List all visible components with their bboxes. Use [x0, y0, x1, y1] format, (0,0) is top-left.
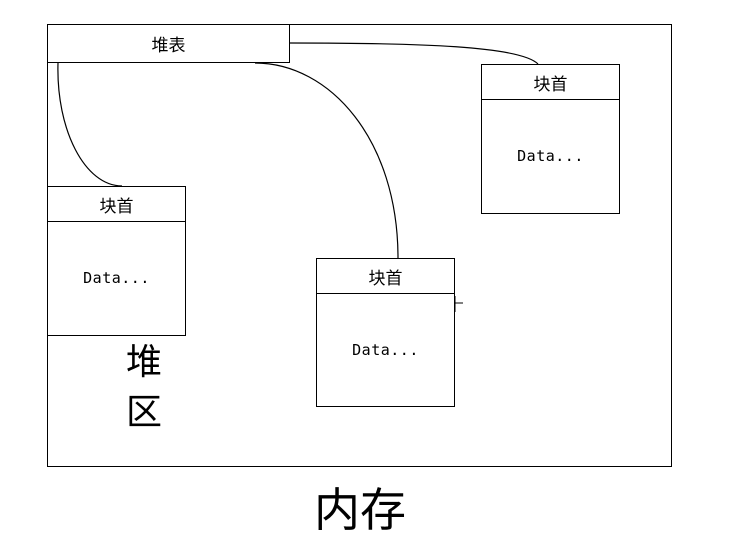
block-header: 块首 [317, 259, 454, 294]
block-header: 块首 [482, 65, 619, 100]
heap-table-label: 堆表 [151, 36, 186, 56]
heap-area-label: 堆 区 [120, 338, 168, 438]
heap-block-middle: 块首 Data... [316, 258, 455, 407]
heap-table: 堆表 [47, 24, 290, 63]
link-to-block-right [289, 42, 539, 65]
block-data: Data... [83, 269, 150, 287]
heap-block-left: 块首 Data... [47, 186, 186, 336]
block-data: Data... [352, 340, 419, 359]
link-to-block-left [57, 62, 123, 187]
heap-area-line1: 堆 [125, 342, 162, 383]
block-header: 块首 [48, 187, 185, 222]
heap-area-line2: 区 [125, 392, 162, 433]
memory-label: 内存 [314, 483, 406, 537]
link-to-block-middle [254, 62, 399, 259]
block-data: Data... [517, 147, 584, 165]
heap-block-right: 块首 Data... [481, 64, 620, 214]
